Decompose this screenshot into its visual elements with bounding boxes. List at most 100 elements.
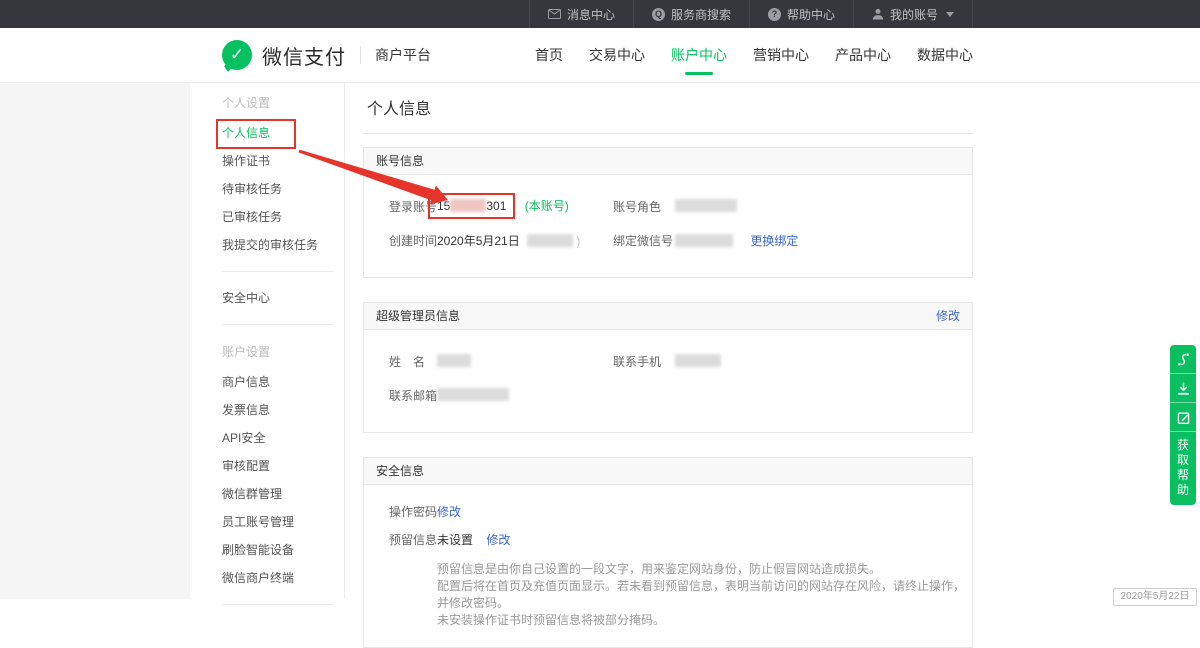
nav-product-center[interactable]: 产品中心 <box>835 28 891 82</box>
get-help-char: 取 <box>1177 453 1189 468</box>
sidebar-item-operation-certificate[interactable]: 操作证书 <box>190 147 344 175</box>
sidebar: 个人设置 个人信息 操作证书 待审核任务 已审核任务 我提交的审核任务 安全中心… <box>190 82 345 599</box>
sidebar-item-review-config[interactable]: 审核配置 <box>190 452 344 480</box>
nav-data-center[interactable]: 数据中心 <box>917 28 973 82</box>
topbar: 消息中心 Q 服务商搜索 ? 帮助中心 我的账号 <box>0 0 1200 28</box>
super-admin-edit-link[interactable]: 修改 <box>936 303 960 329</box>
nav-marketing-center[interactable]: 营销中心 <box>753 28 809 82</box>
topbar-service-search[interactable]: Q 服务商搜索 <box>633 0 749 28</box>
download-button[interactable] <box>1170 374 1196 403</box>
topbar-help-center[interactable]: ? 帮助中心 <box>749 0 853 28</box>
created-time-label: 创建时间 <box>389 232 437 249</box>
link-icon <box>1176 352 1191 367</box>
reserved-desc-line3: 未安装操作证书时预留信息将被部分掩码。 <box>437 612 972 629</box>
date-tooltip: 2020年5月22日 <box>1113 588 1197 606</box>
get-help-char: 获 <box>1177 438 1189 453</box>
user-icon <box>872 8 884 20</box>
sidebar-item-wechat-merchant-terminal[interactable]: 微信商户终端 <box>190 564 344 592</box>
sidebar-item-security-center[interactable]: 安全中心 <box>190 284 344 312</box>
login-account-redacted <box>450 199 486 212</box>
account-info-title: 账号信息 <box>376 148 424 174</box>
login-account-suffix: 301 <box>486 199 506 213</box>
nav-home[interactable]: 首页 <box>535 28 563 82</box>
created-time-paren: ) <box>576 234 580 248</box>
get-help-char: 帮 <box>1177 468 1189 483</box>
download-icon <box>1176 381 1191 396</box>
login-account-highlight-box: 15 301 <box>428 193 515 219</box>
nav-account-center[interactable]: 账户中心 <box>671 28 727 82</box>
change-binding-link[interactable]: 更换绑定 <box>750 234 798 248</box>
sidebar-item-my-submitted-tasks[interactable]: 我提交的审核任务 <box>190 231 344 259</box>
operation-password-label: 操作密码 <box>389 503 437 520</box>
header: ✓ 微信支付 商户平台 首页 交易中心 账户中心 营销中心 产品中心 数据中心 <box>0 28 1200 83</box>
caret-down-icon <box>946 12 954 17</box>
sidebar-item-reviewed-tasks[interactable]: 已审核任务 <box>190 203 344 231</box>
floating-toolbar: 获 取 帮 助 <box>1170 345 1196 505</box>
sidebar-group-account-settings: 账户设置 <box>190 337 344 368</box>
topbar-message-center[interactable]: 消息中心 <box>529 0 633 28</box>
page-background: 个人设置 个人信息 操作证书 待审核任务 已审核任务 我提交的审核任务 安全中心… <box>0 82 1200 599</box>
topbar-my-account[interactable]: 我的账号 <box>853 0 973 28</box>
link-button[interactable] <box>1170 345 1196 374</box>
login-account-prefix: 15 <box>437 199 450 213</box>
reserved-desc-line2: 配置后将在首页及充值页面显示。若未看到预留信息，表明当前访问的网站存在风险，请终… <box>437 578 972 612</box>
reserved-info-edit-link[interactable]: 修改 <box>486 533 510 547</box>
admin-phone-redacted <box>675 354 721 367</box>
main-content: 个人信息 账号信息 登录账号 15301 (本账号) <box>346 82 1200 599</box>
sidebar-item-merchant-info[interactable]: 商户信息 <box>190 368 344 396</box>
created-time-redacted <box>527 234 573 247</box>
topbar-help-label: 帮助中心 <box>787 6 835 23</box>
sidebar-divider <box>222 604 334 605</box>
wechat-pay-logo-icon: ✓ <box>222 40 252 70</box>
sidebar-item-personal-info[interactable]: 个人信息 <box>190 119 344 147</box>
super-admin-title: 超级管理员信息 <box>376 303 460 329</box>
sidebar-item-staff-account-management[interactable]: 员工账号管理 <box>190 508 344 536</box>
sidebar-item-pending-review-tasks[interactable]: 待审核任务 <box>190 175 344 203</box>
bound-wechat-label: 绑定微信号 <box>613 232 675 249</box>
topbar-account-label: 我的账号 <box>890 6 938 23</box>
account-info-section: 账号信息 登录账号 15301 (本账号) 账号角色 <box>363 147 973 278</box>
security-info-section: 安全信息 操作密码 修改 预留信息 未设置 修改 <box>363 457 973 648</box>
page-title: 个人信息 <box>363 82 973 120</box>
main-nav: 首页 交易中心 账户中心 营销中心 产品中心 数据中心 <box>535 28 973 82</box>
reserved-info-value: 未设置 <box>437 533 473 547</box>
bound-wechat-redacted <box>675 234 733 247</box>
brand[interactable]: ✓ 微信支付 商户平台 <box>222 40 431 70</box>
get-help-char: 助 <box>1177 483 1189 498</box>
topbar-message-label: 消息中心 <box>567 6 615 23</box>
topbar-search-label: 服务商搜索 <box>671 6 731 23</box>
brand-name: 微信支付 <box>262 41 346 70</box>
title-divider <box>363 133 973 134</box>
super-admin-section: 超级管理员信息 修改 姓 名 联系手机 联系邮箱 <box>363 302 973 433</box>
edit-icon <box>1176 410 1191 425</box>
created-time-value: 2020年5月21日 <box>437 234 520 248</box>
admin-name-redacted <box>437 354 471 367</box>
sidebar-item-face-smart-device[interactable]: 刷脸智能设备 <box>190 536 344 564</box>
operation-password-edit-link[interactable]: 修改 <box>437 505 461 519</box>
sidebar-item-invoice-info[interactable]: 发票信息 <box>190 396 344 424</box>
reserved-info-label: 预留信息 <box>389 531 437 548</box>
admin-email-redacted <box>437 388 509 401</box>
search-circle-icon: Q <box>652 8 665 21</box>
current-account-tag: (本账号) <box>525 199 569 213</box>
reserved-info-description: 预留信息是由你自己设置的一段文字，用来鉴定网站身份，防止假冒网站造成损失。 配置… <box>364 561 972 629</box>
sidebar-group-personal-settings: 个人设置 <box>190 84 344 119</box>
admin-email-label: 联系邮箱 <box>389 387 437 404</box>
account-role-label: 账号角色 <box>613 198 675 215</box>
sidebar-divider <box>222 324 334 325</box>
admin-phone-label: 联系手机 <box>613 353 675 370</box>
feedback-button[interactable] <box>1170 403 1196 432</box>
brand-divider <box>360 46 361 64</box>
sidebar-item-api-security[interactable]: API安全 <box>190 424 344 452</box>
reserved-desc-line1: 预留信息是由你自己设置的一段文字，用来鉴定网站身份，防止假冒网站造成损失。 <box>437 561 972 578</box>
envelope-icon <box>548 9 561 19</box>
nav-transaction-center[interactable]: 交易中心 <box>589 28 645 82</box>
sidebar-divider <box>222 271 334 272</box>
content-container: 个人设置 个人信息 操作证书 待审核任务 已审核任务 我提交的审核任务 安全中心… <box>190 82 1200 599</box>
admin-name-label: 姓 名 <box>389 353 437 370</box>
get-help-button[interactable]: 获 取 帮 助 <box>1170 432 1196 505</box>
brand-platform-label: 商户平台 <box>375 45 431 65</box>
sidebar-item-wechat-group-management[interactable]: 微信群管理 <box>190 480 344 508</box>
question-circle-icon: ? <box>768 8 781 21</box>
account-role-redacted <box>675 199 737 212</box>
